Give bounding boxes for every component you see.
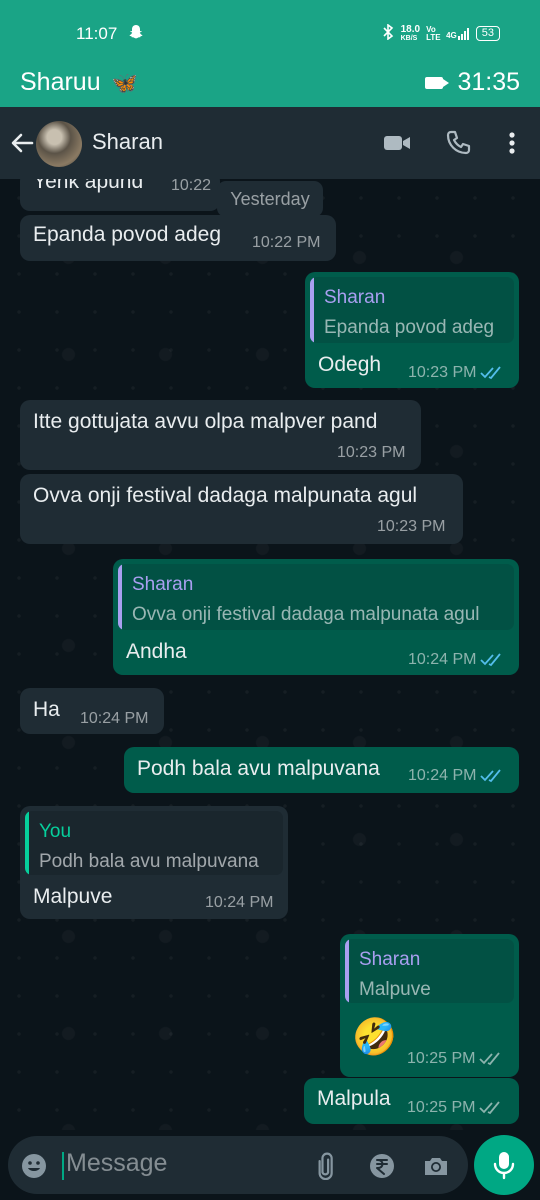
quoted-message[interactable]: Sharan Ovva onji festival dadaga malpuna… xyxy=(118,564,514,630)
text-cursor xyxy=(62,1152,64,1180)
message-bubble[interactable]: Sharan Epanda povod adeg Odegh 10:23 PM xyxy=(305,272,519,388)
read-receipt-icon xyxy=(480,653,502,667)
call-caller-name: Sharuu xyxy=(20,68,101,96)
message-text: Epanda povod adeg xyxy=(33,223,222,246)
message-text: Yenk apund xyxy=(33,179,144,193)
delivered-tick-icon xyxy=(479,1052,501,1066)
chat-header: Sharan xyxy=(0,107,540,179)
video-call-icon[interactable] xyxy=(383,129,411,157)
quoted-text: Podh bala avu malpuvana xyxy=(39,851,259,872)
message-bubble[interactable]: Epanda povod adeg 10:22 PM xyxy=(20,215,336,261)
quoted-text: Ovva onji festival dadaga malpunata agul xyxy=(132,604,480,625)
quoted-sender: Sharan xyxy=(359,949,421,970)
voice-message-button[interactable] xyxy=(474,1135,534,1195)
status-bar: 11:07 18.0 KB/S Vo LTE 4G 53 xyxy=(0,0,540,60)
message-time: 10:24 PM xyxy=(80,710,149,727)
composer-bar: Message xyxy=(0,1130,540,1200)
quoted-sender: Sharan xyxy=(132,574,194,595)
message-bubble[interactable]: Ha 10:24 PM xyxy=(20,688,164,734)
date-chip: Yesterday xyxy=(217,181,323,217)
message-placeholder: Message xyxy=(66,1149,168,1177)
contact-name[interactable]: Sharan xyxy=(92,129,163,155)
quoted-text: Malpuve xyxy=(359,979,431,1000)
signal-icon: 4G xyxy=(446,27,470,40)
message-bubble[interactable]: You Podh bala avu malpuvana Malpuve 10:2… xyxy=(20,806,288,919)
quoted-sender: Sharan xyxy=(324,287,386,308)
quoted-sender: You xyxy=(39,821,72,842)
message-text: Itte gottujata avvu olpa malpver pand xyxy=(33,410,378,433)
message-time: 10:25 PM xyxy=(407,1050,503,1068)
message-time: 10:24 PM xyxy=(408,651,504,669)
video-call-icon xyxy=(425,76,450,89)
call-caller: Sharuu 🦋 xyxy=(20,68,138,97)
message-time: 10:22 PM xyxy=(252,234,321,251)
message-input[interactable]: Message xyxy=(8,1136,468,1194)
microphone-icon xyxy=(493,1152,515,1180)
volte-label: Vo LTE xyxy=(426,24,441,42)
message-time: 10:23 PM xyxy=(408,364,504,382)
message-bubble[interactable]: Itte gottujata avvu olpa malpver pand 10… xyxy=(20,400,421,470)
call-duration: 31:35 xyxy=(457,68,520,96)
butterfly-emoji: 🦋 xyxy=(111,72,138,95)
back-arrow-icon[interactable] xyxy=(8,129,36,157)
message-text: Malpuve xyxy=(33,885,113,908)
quoted-message[interactable]: Sharan Epanda povod adeg xyxy=(310,277,514,343)
delivered-tick-icon xyxy=(479,1101,501,1115)
status-time: 11:07 xyxy=(76,24,118,43)
message-time: 10:23 PM xyxy=(337,444,406,461)
battery-icon: 53 xyxy=(475,26,500,41)
rupee-payment-icon[interactable] xyxy=(368,1152,396,1180)
message-time: 10:23 PM xyxy=(377,518,446,535)
message-list[interactable]: Yenk apund 10:22 Yesterday Epanda povod … xyxy=(0,179,540,1130)
message-bubble[interactable]: Podh bala avu malpuvana 10:24 PM xyxy=(124,747,519,793)
bluetooth-icon xyxy=(381,23,395,43)
quoted-message[interactable]: Sharan Malpuve xyxy=(345,939,514,1003)
more-options-icon[interactable] xyxy=(498,129,526,157)
message-text: Andha xyxy=(126,640,187,663)
net-speed: 18.0 KB/S xyxy=(400,23,421,42)
camera-icon[interactable] xyxy=(422,1152,450,1180)
message-time: 10:25 PM xyxy=(407,1099,503,1117)
avatar[interactable] xyxy=(36,121,82,167)
snapchat-icon xyxy=(128,24,144,45)
ongoing-call-bar[interactable]: Sharuu 🦋 31:35 xyxy=(0,60,540,107)
quoted-text: Epanda povod adeg xyxy=(324,317,495,338)
voice-call-icon[interactable] xyxy=(444,129,472,157)
message-time: 10:22 xyxy=(171,179,212,194)
message-time: 10:24 PM xyxy=(408,767,504,785)
message-text: Malpula xyxy=(317,1087,391,1110)
message-text: Ovva onji festival dadaga malpunata agul xyxy=(33,484,418,507)
message-time: 10:24 PM xyxy=(205,894,274,911)
message-bubble[interactable]: Sharan Ovva onji festival dadaga malpuna… xyxy=(113,559,519,675)
message-bubble[interactable]: Sharan Malpuve 🤣 10:25 PM xyxy=(340,934,519,1077)
read-receipt-icon xyxy=(480,769,502,783)
emoji-icon[interactable] xyxy=(20,1152,48,1180)
message-bubble[interactable]: Malpula 10:25 PM xyxy=(304,1078,519,1124)
read-receipt-icon xyxy=(480,366,502,380)
message-bubble[interactable]: Yenk apund 10:22 xyxy=(20,179,220,211)
message-bubble[interactable]: Ovva onji festival dadaga malpunata agul… xyxy=(20,474,463,544)
quoted-message[interactable]: You Podh bala avu malpuvana xyxy=(25,811,283,875)
call-duration-group: 31:35 xyxy=(425,68,520,97)
status-icons: 18.0 KB/S Vo LTE 4G 53 xyxy=(381,23,500,43)
message-text: Odegh xyxy=(318,353,382,376)
message-text: Ha xyxy=(33,698,60,721)
attach-icon[interactable] xyxy=(312,1152,340,1181)
rofl-emoji: 🤣 xyxy=(352,1016,397,1057)
message-text: Podh bala avu malpuvana xyxy=(137,757,380,780)
